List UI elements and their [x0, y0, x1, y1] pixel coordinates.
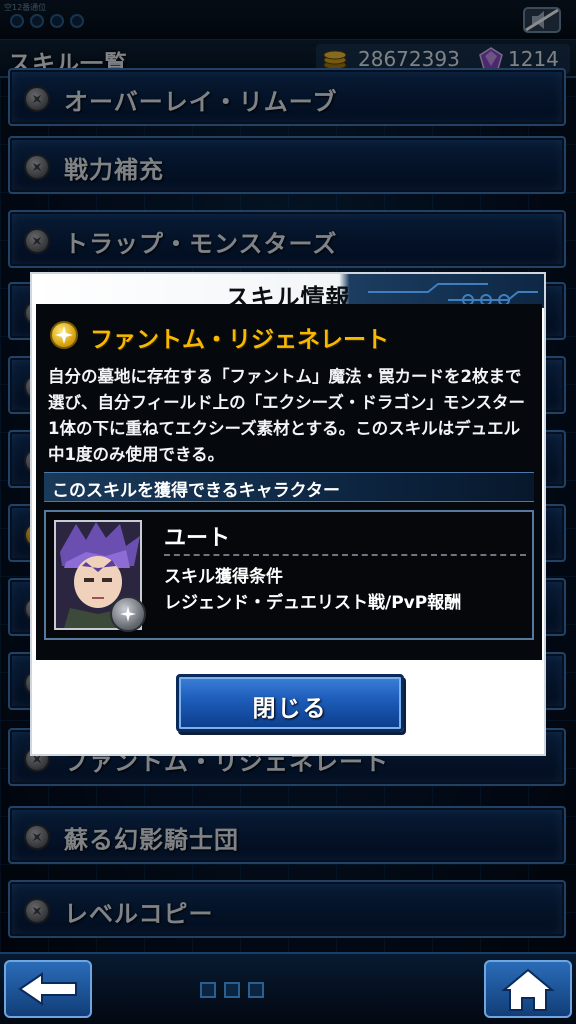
arrow-left-icon [18, 972, 77, 1006]
bottom-nav-bar [0, 952, 576, 1024]
section-label: このスキルを獲得できるキャラクター [52, 481, 340, 501]
close-button[interactable]: 閉じる [176, 674, 404, 732]
condition-value: レジェンド・デュエリスト戦/PvP報酬 [164, 593, 462, 613]
home-icon [501, 968, 555, 1011]
bar-square [248, 982, 264, 998]
star-icon [50, 321, 78, 349]
badge-icon [110, 596, 146, 632]
dialog-body: ファントム・リジェネレート 自分の墓地に存在する「ファントム」魔法・罠カードを2… [36, 304, 542, 660]
condition-label: スキル獲得条件 [164, 567, 283, 587]
bar-square [224, 982, 240, 998]
skill-description: 自分の墓地に存在する「ファントム」魔法・罠カードを2枚まで選び、自分フィールド上… [48, 367, 526, 464]
skill-info-dialog: スキル情報 ファントム・リジェネレート 自分の墓地に存在する「ファントム」魔法・… [30, 272, 546, 756]
character-section-header: このスキルを獲得できるキャラクター [44, 472, 534, 502]
divider [164, 554, 526, 556]
character-name: ユート [164, 526, 231, 551]
bar-square [200, 982, 216, 998]
dialog-header: スキル情報 [32, 274, 544, 312]
home-button[interactable] [484, 960, 572, 1018]
skill-title: ファントム・リジェネレート [90, 327, 389, 353]
skill-title-row: ファントム・リジェネレート [46, 318, 532, 354]
close-button-label: 閉じる [252, 696, 328, 722]
back-button[interactable] [4, 960, 92, 1018]
character-card: ユート スキル獲得条件 レジェンド・デュエリスト戦/PvP報酬 [44, 510, 534, 640]
bar-decoration [200, 982, 264, 998]
